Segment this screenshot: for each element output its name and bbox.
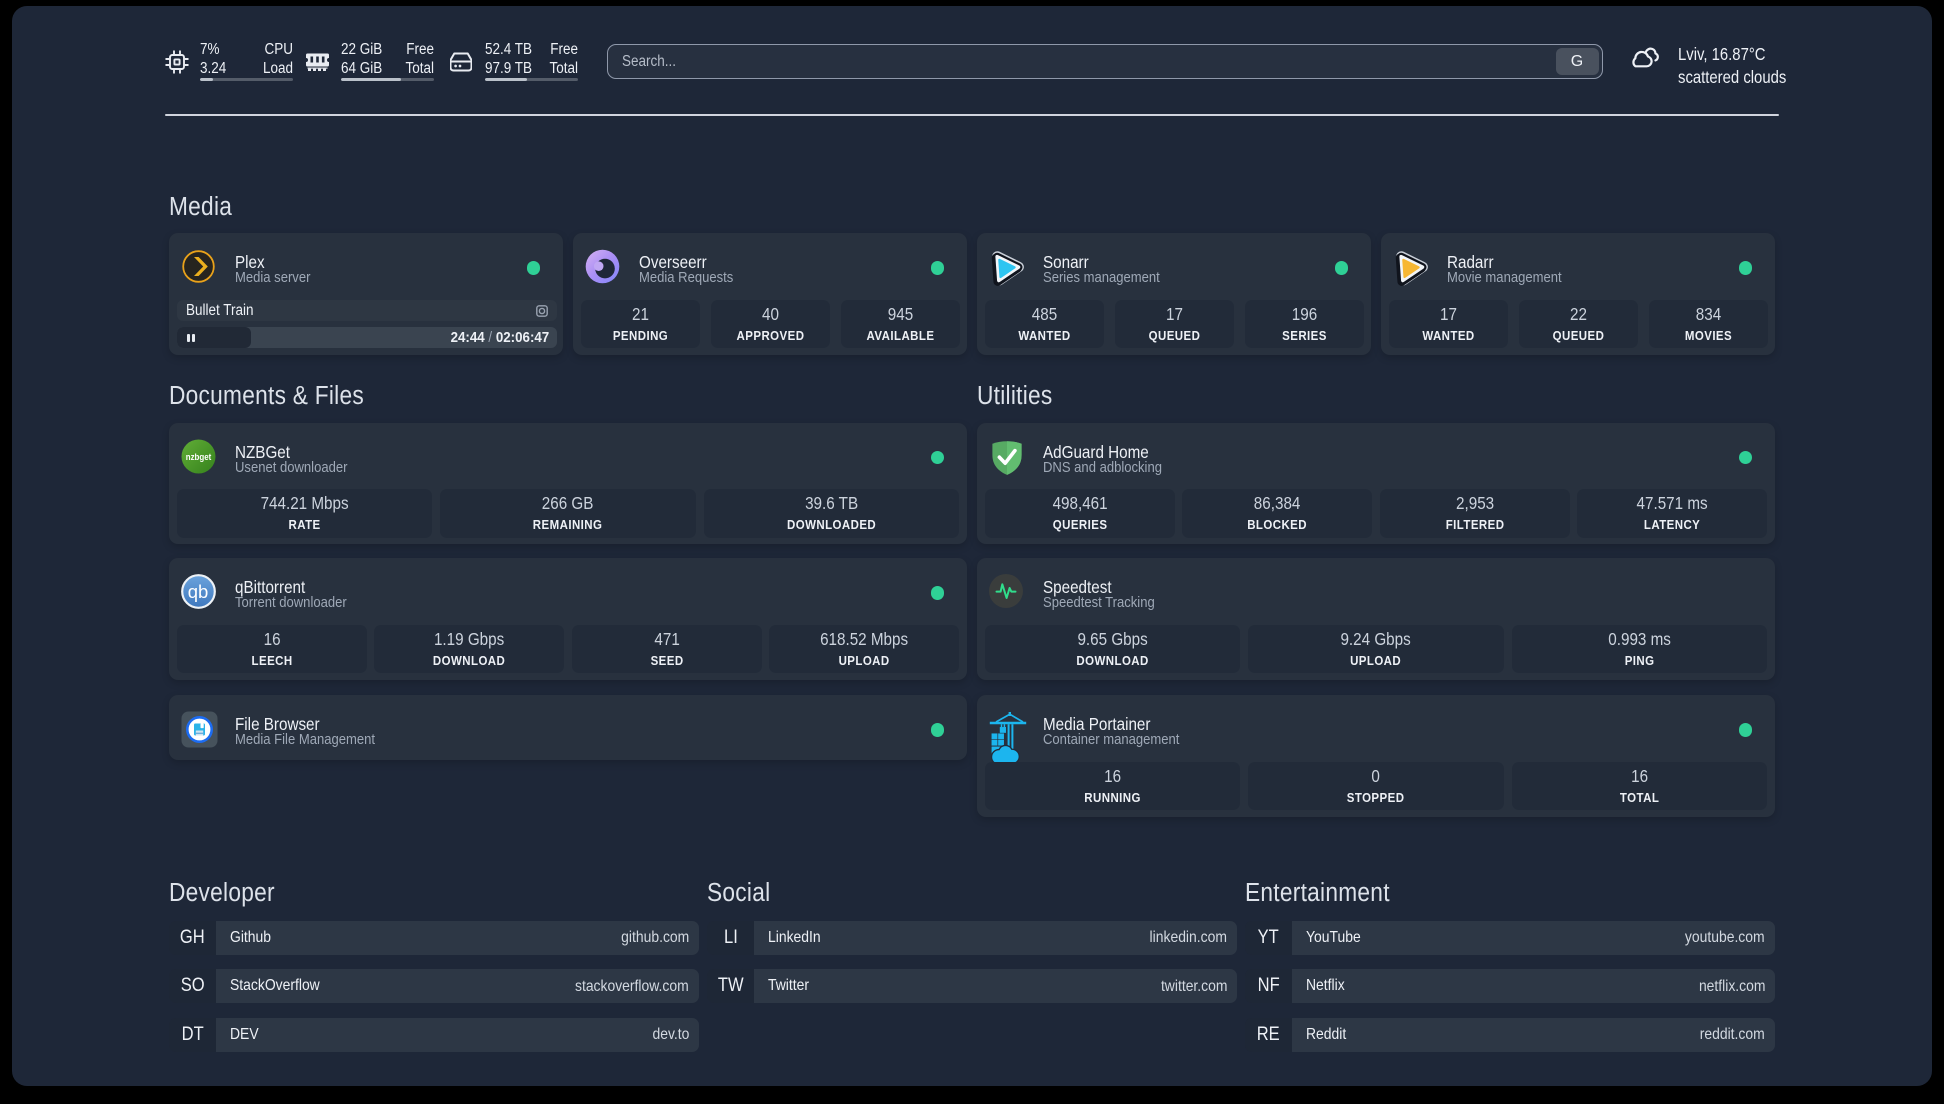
svg-text:nzbget: nzbget <box>186 451 212 462</box>
svg-text:qb: qb <box>188 581 209 602</box>
